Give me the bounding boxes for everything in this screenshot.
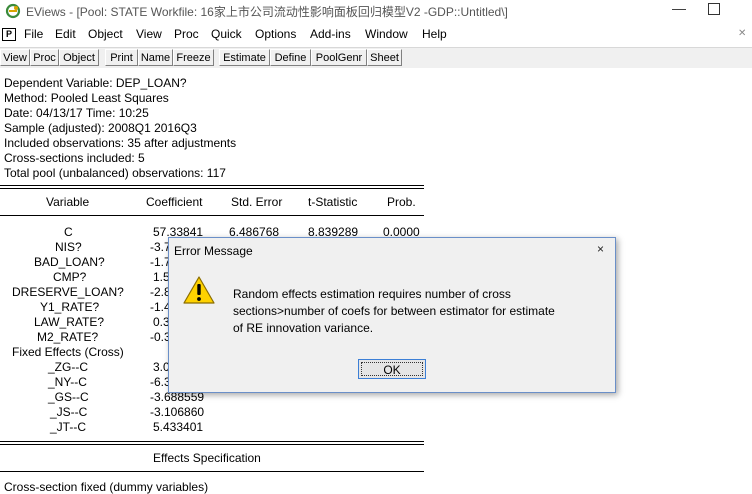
maximize-button[interactable] — [708, 3, 720, 15]
table-rule — [0, 185, 424, 186]
fixed-effect-coefficient: 5.433401 — [153, 420, 204, 434]
tb-sheet-button[interactable]: Sheet — [367, 49, 402, 66]
eviews-app-icon — [5, 3, 21, 19]
header-line: Included observations: 35 after adjustme… — [4, 136, 237, 150]
row-variable: NIS? — [55, 240, 82, 254]
error-dialog: Error Message × Random effects estimatio… — [168, 237, 616, 393]
dialog-message: Random effects estimation requires numbe… — [233, 286, 555, 337]
tb-object-button[interactable]: Object — [59, 49, 99, 66]
menu-edit[interactable]: Edit — [55, 27, 76, 41]
dialog-close-icon[interactable]: × — [597, 242, 604, 256]
tb-name-button[interactable]: Name — [138, 49, 173, 66]
fixed-effect-variable: _ZG--C — [48, 360, 88, 374]
menu-file[interactable]: File — [24, 27, 43, 41]
menu-bar: P File Edit Object View Proc Quick Optio… — [0, 24, 752, 44]
fixed-effect-variable: _GS--C — [48, 390, 89, 404]
row-variable: M2_RATE? — [37, 330, 99, 344]
menu-proc[interactable]: Proc — [174, 27, 199, 41]
warning-icon — [183, 276, 215, 304]
ok-button-label: OK — [383, 363, 401, 377]
col-header-prob: Prob. — [387, 195, 416, 209]
menu-window[interactable]: Window — [365, 27, 408, 41]
row-variable: C — [64, 225, 73, 239]
table-rule — [0, 441, 424, 442]
tb-define-button[interactable]: Define — [270, 49, 311, 66]
message-line: of RE innovation variance. — [233, 321, 374, 335]
row-variable: LAW_RATE? — [34, 315, 105, 329]
header-line: Cross-sections included: 5 — [4, 151, 145, 165]
table-rule — [0, 188, 424, 189]
header-line: Method: Pooled Least Squares — [4, 91, 169, 105]
header-line: Sample (adjusted): 2008Q1 2016Q3 — [4, 121, 197, 135]
menu-options[interactable]: Options — [255, 27, 296, 41]
dialog-title: Error Message — [174, 244, 253, 258]
col-header-variable: Variable — [46, 195, 90, 209]
child-close-icon[interactable]: ✕ — [738, 28, 746, 39]
message-line: Random effects estimation requires numbe… — [233, 287, 511, 301]
fixed-effect-coefficient: -3.106860 — [150, 405, 205, 419]
row-variable: BAD_LOAN? — [34, 255, 105, 269]
header-line: Total pool (unbalanced) observations: 11… — [4, 166, 226, 180]
ok-button[interactable]: OK — [358, 359, 426, 379]
menu-help[interactable]: Help — [422, 27, 447, 41]
header-line: Date: 04/13/17 Time: 10:25 — [4, 106, 149, 120]
menu-addins[interactable]: Add-ins — [310, 27, 351, 41]
tb-poolgenr-button[interactable]: PoolGenr — [311, 49, 367, 66]
message-line: sections>number of coefs for between est… — [233, 304, 555, 318]
tb-freeze-button[interactable]: Freeze — [173, 49, 214, 66]
tb-view-button[interactable]: View — [0, 49, 30, 66]
fixed-effect-variable: _NY--C — [48, 375, 87, 389]
fixed-effects-label: Fixed Effects (Cross) — [12, 345, 124, 359]
object-toolbar: View Proc Object Print Name Freeze Estim… — [0, 47, 752, 69]
col-header-std-error: Std. Error — [231, 195, 283, 209]
tb-proc-button[interactable]: Proc — [30, 49, 59, 66]
fixed-effect-variable: _JT--C — [50, 420, 86, 434]
table-rule — [0, 215, 424, 216]
row-variable: CMP? — [53, 270, 87, 284]
minimize-button[interactable]: — — [664, 0, 694, 16]
title-bar: EViews - [Pool: STATE Workfile: 16家上市公司流… — [0, 0, 752, 22]
row-variable: DRESERVE_LOAN? — [12, 285, 124, 299]
window-title: EViews - [Pool: STATE Workfile: 16家上市公司流… — [26, 5, 508, 19]
menu-view[interactable]: View — [136, 27, 162, 41]
menu-quick[interactable]: Quick — [211, 27, 242, 41]
cross-section-line: Cross-section fixed (dummy variables) — [4, 480, 209, 494]
effects-spec-label: Effects Specification — [153, 451, 261, 465]
table-rule — [0, 444, 424, 445]
tb-print-button[interactable]: Print — [105, 49, 138, 66]
table-rule — [0, 471, 424, 472]
row-variable: Y1_RATE? — [40, 300, 100, 314]
menu-object[interactable]: Object — [88, 27, 123, 41]
tb-estimate-button[interactable]: Estimate — [219, 49, 270, 66]
fixed-effect-variable: _JS--C — [50, 405, 88, 419]
col-header-t-statistic: t-Statistic — [308, 195, 358, 209]
header-line: Dependent Variable: DEP_LOAN? — [4, 76, 187, 90]
col-header-coefficient: Coefficient — [146, 195, 203, 209]
pool-icon[interactable]: P — [2, 28, 16, 41]
